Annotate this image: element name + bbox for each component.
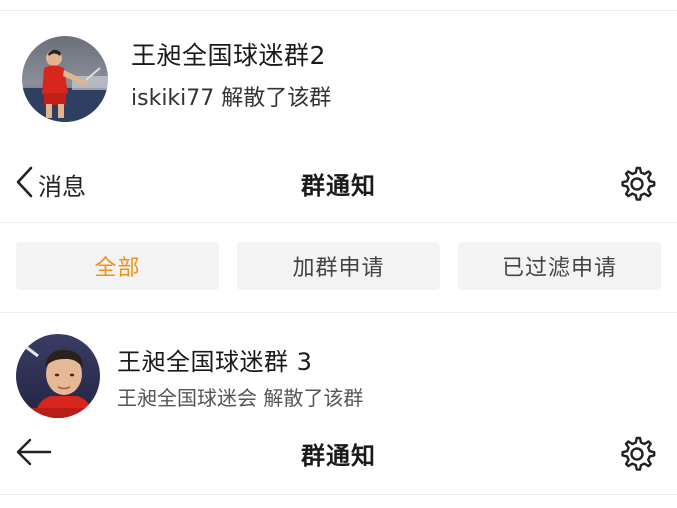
- group-name: 王昶全国球迷群2: [131, 41, 326, 70]
- divider: [0, 222, 677, 223]
- gear-icon: [617, 436, 657, 478]
- settings-button[interactable]: [617, 434, 657, 474]
- filter-tabs: 全部 加群申请 已过滤申请: [16, 242, 661, 290]
- tab-all[interactable]: 全部: [16, 242, 219, 290]
- avatar[interactable]: [22, 36, 108, 122]
- page-title: 群通知: [301, 442, 376, 470]
- screenshot-collage: 王昶全国球迷群2 iskiki77 解散了该群 消息 群通知 全部 加群申请 已…: [0, 0, 677, 508]
- divider: [0, 312, 677, 313]
- divider: [0, 10, 677, 11]
- notification-item[interactable]: 王昶全国球迷群2 iskiki77 解散了该群: [0, 28, 677, 132]
- notification-message: 王昶全国球迷会 解散了该群: [117, 386, 364, 410]
- notification-item[interactable]: 王昶全国球迷群 3 王昶全国球迷会 解散了该群: [0, 330, 677, 418]
- settings-button[interactable]: [617, 164, 657, 204]
- group-name: 王昶全国球迷群 3: [117, 348, 313, 376]
- notification-message: iskiki77 解散了该群: [131, 86, 332, 111]
- gear-icon: [617, 166, 657, 208]
- tab-join-requests[interactable]: 加群申请: [237, 242, 440, 290]
- divider: [0, 494, 677, 495]
- tab-filtered-requests[interactable]: 已过滤申请: [458, 242, 661, 290]
- nav-bar: 消息 群通知: [0, 154, 677, 214]
- avatar[interactable]: [16, 334, 100, 418]
- page-title: 群通知: [301, 172, 376, 200]
- nav-bar: 群通知: [0, 424, 677, 484]
